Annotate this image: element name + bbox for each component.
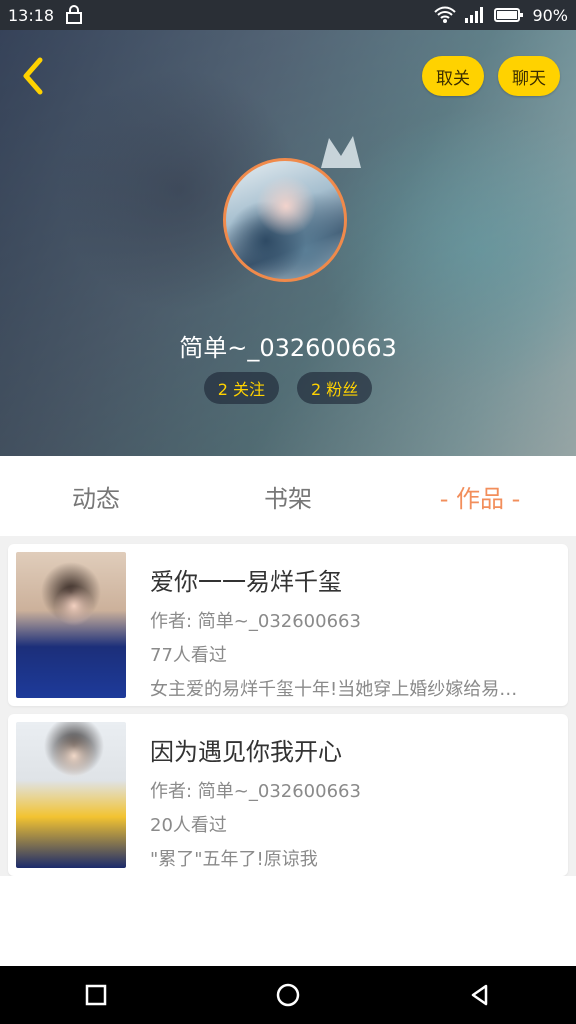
work-author: 作者: 简单~_032600663	[150, 781, 361, 802]
empty-space	[0, 876, 576, 966]
battery-percent: 90%	[532, 5, 568, 25]
back-button[interactable]	[14, 56, 54, 96]
square-recents-icon	[85, 984, 107, 1006]
back-nav-button[interactable]	[460, 975, 500, 1015]
profile-header: 取关 聊天 简单~_032600663 2 关注 2 粉丝	[0, 30, 576, 456]
home-button[interactable]	[268, 975, 308, 1015]
status-bar: 13:18 90%	[0, 0, 576, 30]
work-author: 作者: 简单~_032600663	[150, 611, 361, 632]
chat-button[interactable]: 聊天	[498, 56, 560, 96]
work-text: 爱你一一易烊千玺 作者: 简单~_032600663 77人看过 女主爱的易烊千…	[150, 562, 548, 701]
avatar-wrapper	[223, 136, 361, 288]
status-right: 90%	[434, 6, 568, 25]
tab-bookshelf[interactable]: 书架	[192, 479, 384, 514]
username: 简单~_032600663	[179, 334, 397, 362]
status-time: 13:18	[8, 5, 55, 25]
book-cover	[16, 722, 126, 868]
crown-icon	[321, 136, 361, 168]
work-description: "累了"五年了!原谅我	[150, 849, 318, 870]
signal-icon	[464, 6, 486, 24]
work-card[interactable]: 爱你一一易烊千玺 作者: 简单~_032600663 77人看过 女主爱的易烊千…	[8, 544, 568, 706]
work-text: 因为遇见你我开心 作者: 简单~_032600663 20人看过 "累了"五年了…	[150, 732, 548, 871]
tab-dynamics[interactable]: 动态	[0, 479, 192, 514]
work-views: 77人看过	[150, 645, 227, 666]
book-cover	[16, 552, 126, 698]
work-card[interactable]: 因为遇见你我开心 作者: 简单~_032600663 20人看过 "累了"五年了…	[8, 714, 568, 876]
top-actions: 取关 聊天	[422, 56, 560, 96]
profile-tabs: 动态 书架 - 作品 -	[0, 456, 576, 536]
work-views: 20人看过	[150, 815, 227, 836]
triangle-back-icon	[471, 984, 488, 1006]
wifi-icon	[434, 6, 457, 24]
lock-icon	[64, 5, 84, 25]
work-title: 爱你一一易烊千玺	[150, 568, 342, 596]
chevron-left-icon	[23, 57, 43, 95]
unfollow-button[interactable]: 取关	[422, 56, 484, 96]
circle-home-icon	[276, 983, 300, 1007]
recents-button[interactable]	[76, 975, 116, 1015]
works-list: 爱你一一易烊千玺 作者: 简单~_032600663 77人看过 女主爱的易烊千…	[0, 536, 576, 876]
follow-stats: 2 关注 2 粉丝	[0, 372, 576, 404]
tab-works[interactable]: - 作品 -	[384, 479, 576, 514]
work-title: 因为遇见你我开心	[150, 738, 342, 766]
followers-count[interactable]: 2 粉丝	[297, 372, 373, 404]
battery-icon	[494, 7, 524, 23]
status-left: 13:18	[8, 5, 84, 25]
system-nav-bar	[0, 966, 576, 1024]
following-count[interactable]: 2 关注	[203, 372, 279, 404]
work-description: 女主爱的易烊千玺十年!当她穿上婚纱嫁给易…	[150, 679, 518, 700]
